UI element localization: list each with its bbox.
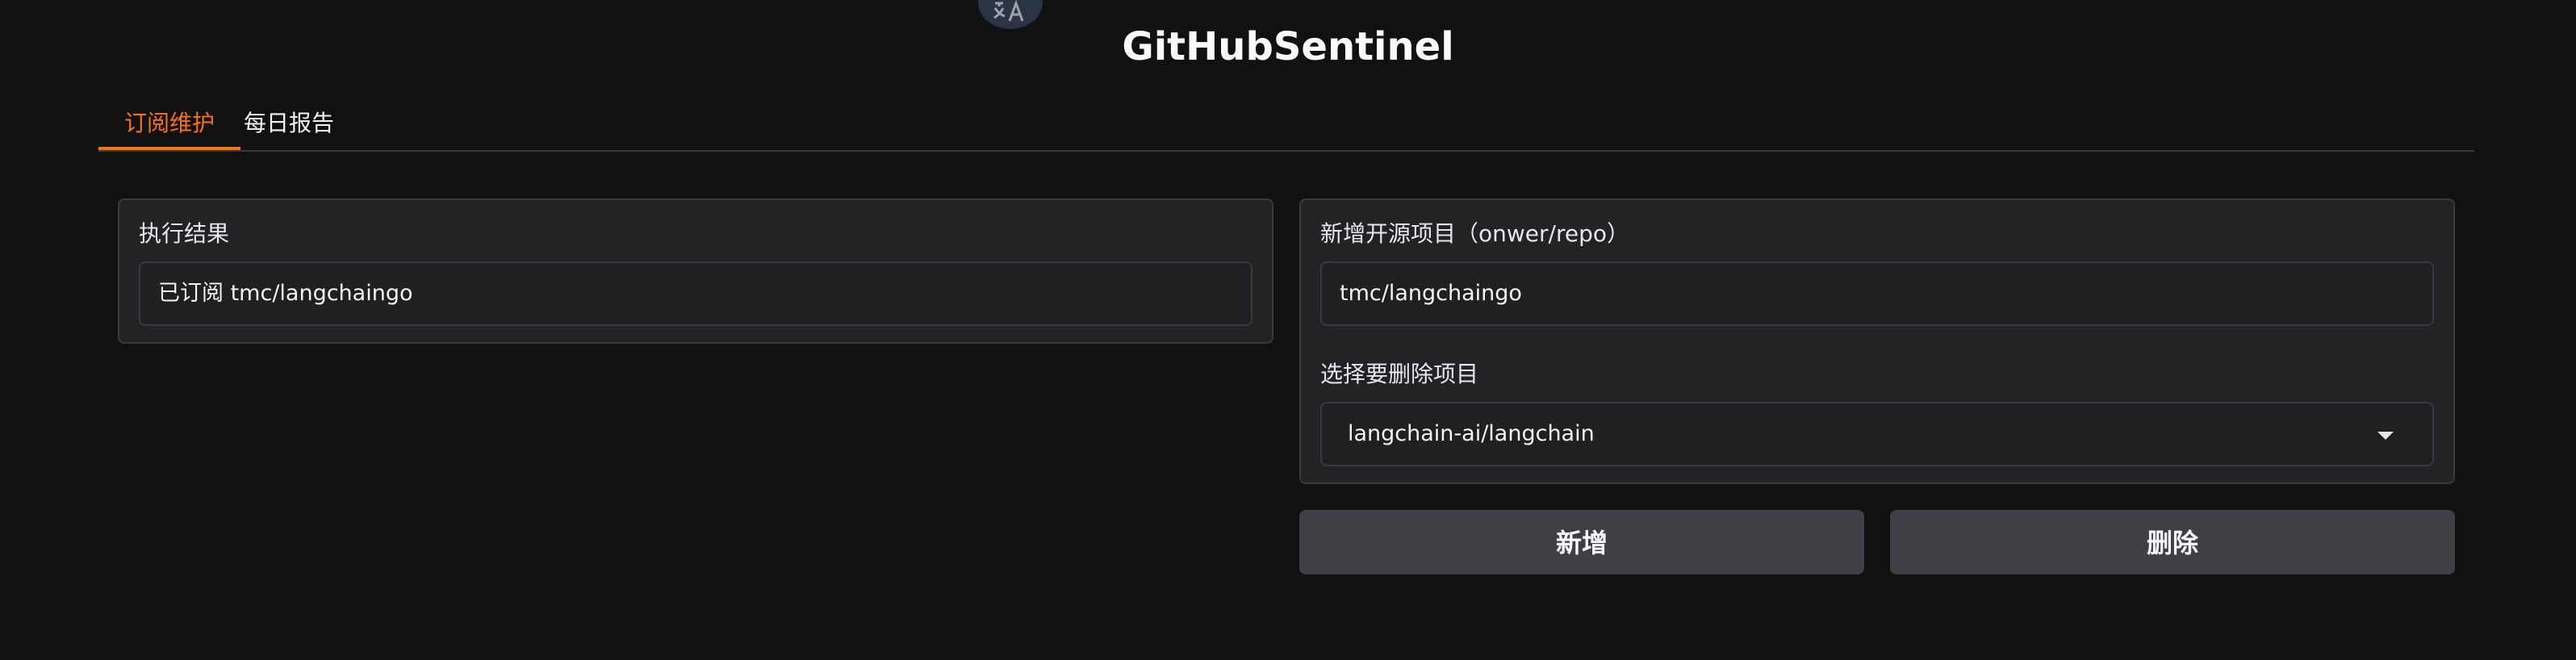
add-repo-input[interactable]: tmc/langchaingo <box>1320 261 2434 326</box>
tab-daily-report[interactable]: 每日报告 <box>240 100 337 150</box>
page-title: GitHubSentinel <box>1122 24 1454 69</box>
delete-repo-select[interactable]: langchain-ai/langchain <box>1320 402 2434 466</box>
result-output: 已订阅 tmc/langchaingo <box>139 261 1252 326</box>
delete-repo-label: 选择要删除项目 <box>1320 361 1479 387</box>
subscription-form-panel: 新增开源项目（onwer/repo） tmc/langchaingo 选择要删除… <box>1299 198 2455 484</box>
delete-button[interactable]: 删除 <box>1890 510 2455 574</box>
tab-subscription[interactable]: 订阅维护 <box>98 100 240 150</box>
result-label: 执行结果 <box>139 220 230 247</box>
add-repo-label: 新增开源项目（onwer/repo） <box>1320 220 1629 247</box>
delete-repo-selected-value: langchain-ai/langchain <box>1348 421 1595 446</box>
chevron-down-icon[interactable] <box>2377 432 2394 440</box>
tab-bar: 订阅维护 每日报告 <box>98 100 2474 152</box>
result-panel: 执行结果 已订阅 tmc/langchaingo <box>118 198 1273 344</box>
translate-icon <box>993 0 1024 22</box>
add-button[interactable]: 新增 <box>1299 510 1864 574</box>
